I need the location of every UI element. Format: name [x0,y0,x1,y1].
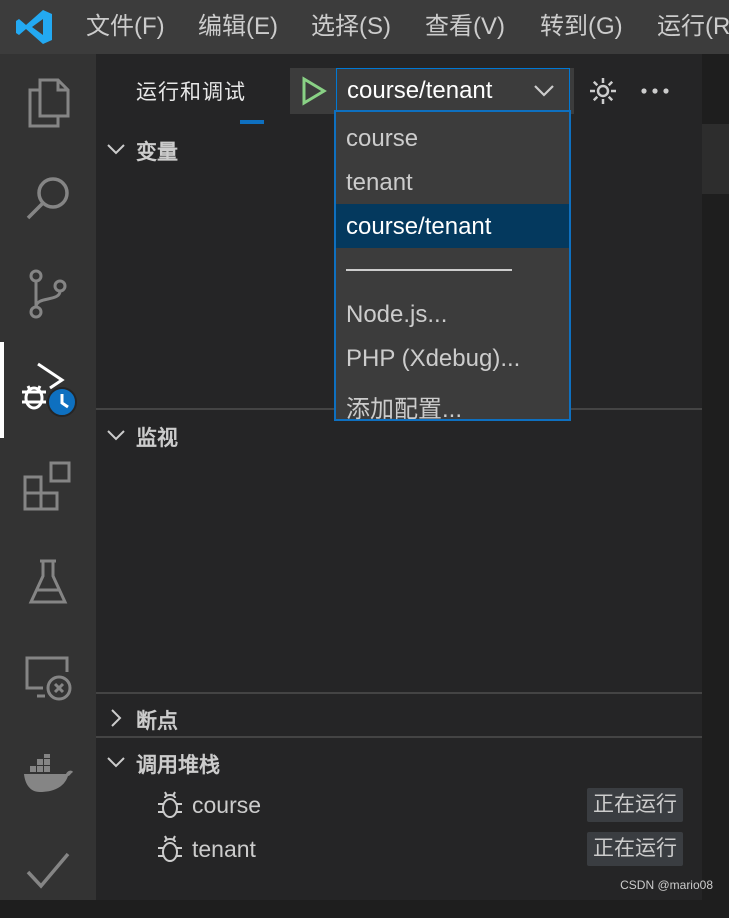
activity-explorer[interactable] [0,54,96,150]
dropdown-option-label: PHP (Xdebug)... [346,345,521,372]
extensions-icon [23,461,71,511]
section-divider [96,736,702,738]
chevron-down-icon [534,85,554,97]
activity-todo[interactable] [0,822,96,918]
call-stack-item[interactable]: course 正在运行 [156,786,696,826]
call-stack-item-name: course [192,792,262,818]
call-stack-item[interactable]: tenant 正在运行 [156,830,696,870]
explorer-icon [28,78,70,128]
chevron-down-icon [107,144,125,155]
docker-icon [24,754,73,792]
chevron-down-icon [107,757,125,768]
launch-config-dropdown: course tenant course/tenant Node.js... P… [334,110,571,424]
dropdown-option-tenant[interactable]: tenant [336,160,569,204]
watermark: CSDN @mario08 [620,878,713,892]
todo-check-icon [26,852,70,889]
selected-config-label: course/tenant [347,77,493,104]
search-icon [26,177,69,220]
bug-icon [158,835,182,862]
dropdown-option-label: tenant [346,169,413,196]
menu-run[interactable]: 运行(R [657,0,729,54]
menu-go[interactable]: 转到(G) [540,0,623,54]
title-underline [240,120,264,124]
debug-toolbar: course/tenant [290,68,574,114]
menu-view[interactable]: 查看(V) [425,0,505,54]
testing-icon [28,559,68,604]
run-debug-icon [22,362,77,417]
menu-file[interactable]: 文件(F) [86,0,165,54]
editor-tab[interactable] [702,124,729,194]
section-breakpoints[interactable]: 断点 [96,698,702,738]
remote-explorer-icon [25,656,72,701]
source-control-icon [29,269,67,319]
activity-source-control[interactable] [0,246,96,342]
menu-bar: 文件(F) 编辑(E) 选择(S) 查看(V) 转到(G) 运行(R [0,0,729,54]
activity-remote-explorer[interactable] [0,630,96,726]
dropdown-option-course[interactable]: course [336,116,569,160]
more-actions-icon[interactable] [640,76,670,106]
activity-run-debug[interactable] [0,342,96,438]
section-variables-label: 变量 [136,141,178,164]
panel-title: 运行和调试 [136,81,246,104]
chevron-right-icon [111,709,122,727]
gear-icon[interactable] [588,76,618,106]
call-stack-item-name: tenant [192,836,256,862]
status-badge: 正在运行 [587,788,683,822]
section-watch-label: 监视 [136,427,178,450]
section-divider [96,692,702,694]
menu-selection[interactable]: 选择(S) [311,0,391,54]
activity-search[interactable] [0,150,96,246]
dropdown-option-label: course [346,125,419,152]
dropdown-option-label: Node.js... [346,301,448,328]
start-debugging-icon[interactable] [298,76,328,106]
dropdown-separator [346,269,512,271]
bug-icon [158,791,182,818]
launch-config-select[interactable]: course/tenant [336,68,570,112]
status-badge: 正在运行 [587,832,683,866]
dropdown-option-nodejs[interactable]: Node.js... [336,292,569,336]
chevron-down-icon [107,430,125,441]
section-call-stack[interactable]: 调用堆栈 [96,742,702,782]
activity-docker[interactable] [0,726,96,822]
section-call-stack-label: 调用堆栈 [136,754,220,777]
activity-bar [0,54,96,900]
dropdown-option-label: course/tenant [346,213,492,240]
dropdown-option-add-config[interactable]: 添加配置... [336,380,569,424]
section-breakpoints-label: 断点 [136,710,178,733]
dropdown-option-php-xdebug[interactable]: PHP (Xdebug)... [336,336,569,380]
menu-edit[interactable]: 编辑(E) [198,0,278,54]
vscode-logo-icon [16,10,52,44]
activity-testing[interactable] [0,534,96,630]
dropdown-option-label: 添加配置... [346,396,463,423]
dropdown-option-course-tenant[interactable]: course/tenant [336,204,569,248]
activity-extensions[interactable] [0,438,96,534]
